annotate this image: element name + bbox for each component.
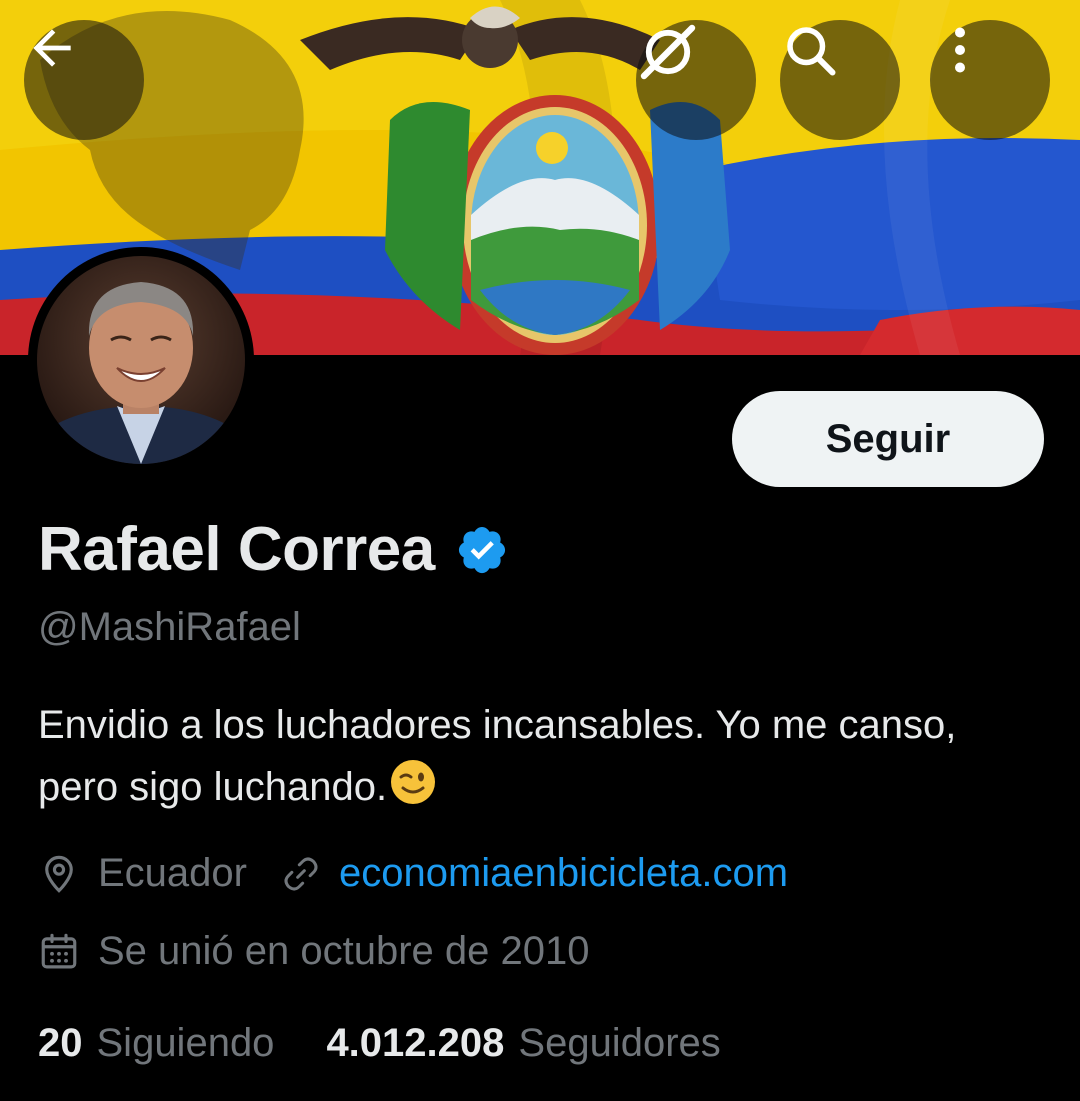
- link-icon: [284, 857, 318, 890]
- website-link[interactable]: economiaenbicicleta.com: [339, 851, 788, 896]
- winking-face-emoji-icon: [391, 760, 436, 804]
- grok-button[interactable]: [636, 20, 756, 140]
- followers-count: 4.012.208: [326, 1021, 505, 1065]
- followers-label: Seguidores: [518, 1021, 721, 1065]
- profile-meta-joined-row: Se unió en octubre de 2010: [38, 929, 590, 974]
- more-options-button[interactable]: [930, 20, 1050, 140]
- followers-stat[interactable]: 4.012.208 Seguidores: [326, 1021, 720, 1066]
- profile-handle: @MashiRafael: [38, 605, 301, 649]
- joined-date-text: Se unió en octubre de 2010: [98, 929, 590, 973]
- follow-button[interactable]: Seguir: [732, 391, 1044, 487]
- display-name: Rafael Correa: [38, 515, 435, 584]
- location-pin-icon: [45, 855, 73, 893]
- arrow-left-icon: [33, 29, 71, 67]
- verified-badge-icon[interactable]: [455, 523, 509, 577]
- more-vertical-icon: [955, 27, 965, 73]
- following-stat[interactable]: 20 Siguiendo: [38, 1021, 274, 1066]
- search-button[interactable]: [780, 20, 900, 140]
- following-label: Siguiendo: [96, 1021, 275, 1065]
- following-count: 20: [38, 1021, 83, 1065]
- back-button[interactable]: [24, 20, 144, 140]
- location-text: Ecuador: [98, 851, 247, 895]
- slash-circle-icon: [640, 24, 696, 80]
- follow-stats: 20 Siguiendo 4.012.208 Seguidores: [38, 1021, 721, 1066]
- avatar-photo: [37, 256, 245, 464]
- profile-bio: Envidio a los luchadores incansables. Yo…: [38, 694, 1038, 818]
- search-icon: [787, 27, 836, 76]
- profile-meta-location-row: Ecuador economiaenbicicleta.com: [38, 851, 788, 896]
- calendar-icon: [41, 933, 77, 968]
- profile-name-row: Rafael Correa: [38, 514, 509, 585]
- bio-text: Envidio a los luchadores incansables. Yo…: [38, 703, 957, 809]
- profile-avatar[interactable]: [28, 247, 254, 473]
